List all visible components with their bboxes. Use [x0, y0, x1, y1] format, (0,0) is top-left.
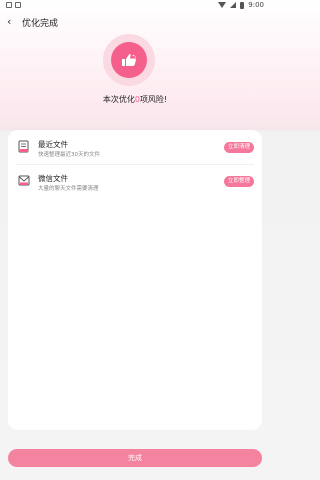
divider: [16, 164, 254, 165]
item-title: 最近文件: [38, 140, 68, 149]
suggestion-card: 最近文件 快速整理最近30天的文件 立即清理 微信文件 大量的聊天文件需要清理 …: [8, 130, 262, 430]
notification-icons: [6, 2, 21, 8]
hero-badge: [103, 34, 155, 86]
envelope-icon: [18, 175, 30, 186]
list-item-recent-files[interactable]: 最近文件 快速整理最近30天的文件 立即清理: [8, 132, 262, 162]
organize-now-button[interactable]: 立即整理: [223, 176, 254, 187]
image-notification-icon: [6, 2, 12, 8]
battery-icon: [240, 1, 245, 9]
done-button[interactable]: 完成: [8, 449, 262, 467]
system-icons: 9:00: [218, 1, 264, 9]
back-icon[interactable]: ‹: [7, 16, 11, 27]
status-time: 9:00: [248, 1, 264, 9]
page-title: 优化完成: [22, 19, 59, 29]
result-prefix: 本次优化: [102, 95, 135, 104]
text-notification-icon: [15, 2, 21, 8]
item-title: 微信文件: [38, 174, 68, 183]
item-subtitle: 快速整理最近30天的文件: [38, 152, 100, 158]
result-suffix: 项风险!: [139, 95, 168, 104]
wifi-icon: [218, 2, 227, 8]
list-item-wechat-files[interactable]: 微信文件 大量的聊天文件需要清理 立即整理: [8, 166, 262, 196]
thumbs-up-icon: [122, 54, 137, 66]
result-summary: 本次优化0项风险!: [0, 94, 270, 105]
status-bar: 9:00: [0, 0, 270, 12]
signal-icon: [230, 2, 237, 8]
item-subtitle: 大量的聊天文件需要清理: [38, 186, 99, 192]
hero-circle: [111, 42, 147, 78]
nav-bar: ‹ 优化完成: [0, 12, 270, 32]
document-icon: [18, 140, 29, 153]
clean-now-button[interactable]: 立即清理: [223, 142, 254, 153]
